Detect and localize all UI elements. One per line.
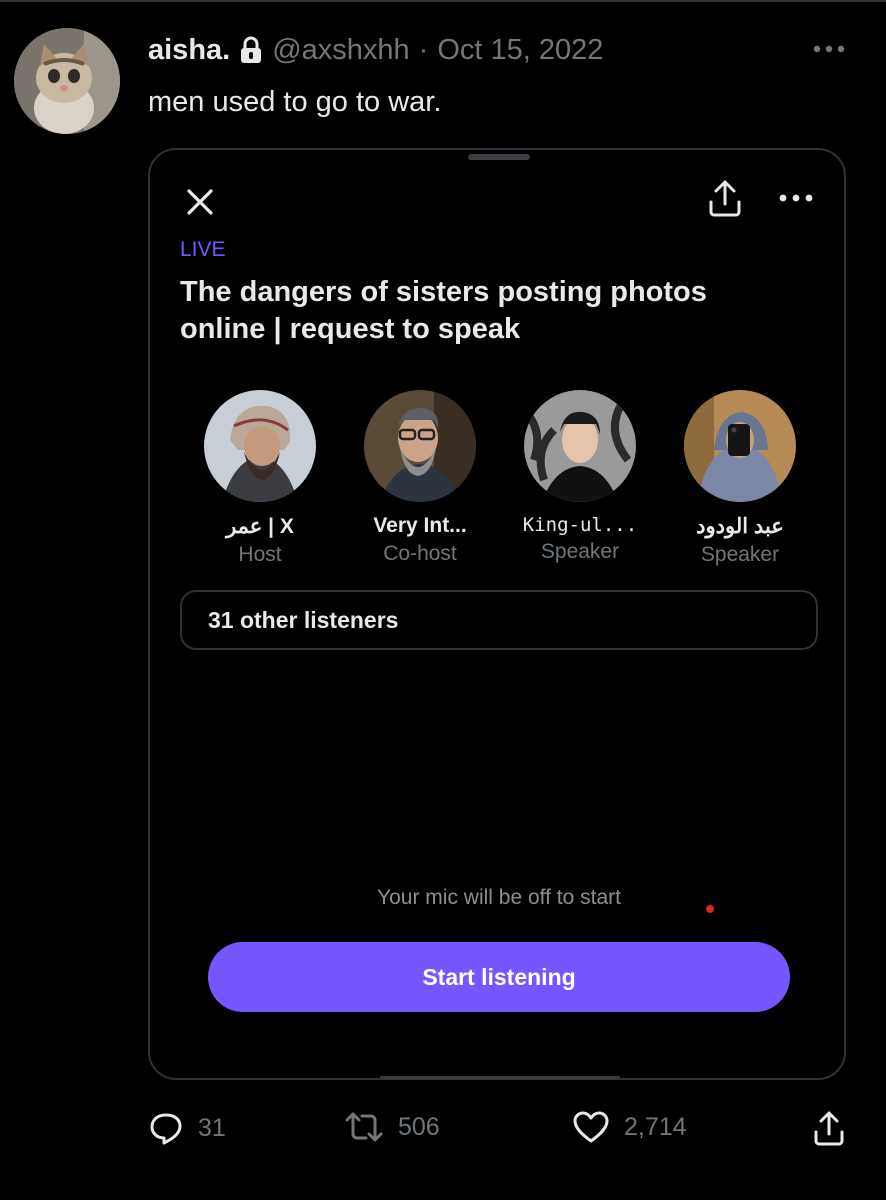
- participants-row: عمر | X Host Very Int... Co-host King-ul…: [180, 390, 820, 567]
- heart-icon: [572, 1110, 610, 1144]
- participant-avatar: [684, 390, 796, 502]
- space-title: The dangers of sisters posting photos on…: [180, 276, 707, 345]
- tweet-date[interactable]: Oct 15, 2022: [437, 32, 603, 68]
- reply-button[interactable]: 31: [148, 1110, 226, 1146]
- author-avatar[interactable]: [14, 28, 120, 134]
- participant-speaker-1[interactable]: King-ul... Speaker: [500, 390, 660, 567]
- listeners-label: 31 other listeners: [208, 606, 399, 633]
- display-name[interactable]: aisha.: [148, 32, 230, 68]
- retweet-icon: [344, 1110, 384, 1144]
- tweet-actions: 31 506 2,714: [148, 1110, 848, 1154]
- participant-role: Speaker: [540, 540, 620, 563]
- participant-name: Very Int...: [373, 514, 467, 537]
- tweet-text: men used to go to war.: [148, 86, 442, 118]
- participant-role: Host: [238, 543, 282, 566]
- handle[interactable]: @axshxhh: [272, 32, 409, 68]
- participant-cohost[interactable]: Very Int... Co-host: [340, 390, 500, 567]
- like-count: 2,714: [624, 1112, 687, 1141]
- home-indicator: [380, 1076, 620, 1079]
- recording-dot: [706, 905, 714, 913]
- participant-role: Co-host: [383, 542, 457, 565]
- participant-role: Speaker: [700, 543, 780, 566]
- reply-icon: [148, 1110, 184, 1146]
- participant-host[interactable]: عمر | X Host: [180, 390, 340, 567]
- participant-avatar: [524, 390, 636, 502]
- top-divider: [0, 0, 886, 2]
- participant-avatar: [364, 390, 476, 502]
- participant-name: King-ul...: [522, 514, 638, 536]
- separator-dot: ·: [418, 34, 429, 66]
- mic-note: Your mic will be off to start: [377, 886, 621, 909]
- more-options-icon[interactable]: [812, 38, 846, 60]
- start-listening-button[interactable]: Start listening: [208, 942, 790, 1012]
- listeners-button[interactable]: 31 other listeners: [180, 590, 818, 650]
- participant-speaker-2[interactable]: عبد الودود Speaker: [660, 390, 820, 567]
- participant-name: عمر | X: [226, 515, 294, 538]
- start-listening-label: Start listening: [422, 963, 576, 990]
- close-icon[interactable]: [180, 182, 220, 222]
- space-card[interactable]: LIVE The dangers of sisters posting phot…: [148, 148, 846, 1080]
- lock-icon: [239, 36, 263, 64]
- share-icon: [812, 1110, 846, 1148]
- like-button[interactable]: 2,714: [572, 1110, 687, 1144]
- retweet-button[interactable]: 506: [344, 1110, 440, 1144]
- participant-name: عبد الودود: [696, 515, 784, 538]
- share-tweet-button[interactable]: [812, 1110, 846, 1148]
- reply-count: 31: [198, 1113, 226, 1142]
- retweet-count: 506: [398, 1112, 440, 1141]
- share-icon[interactable]: [706, 178, 744, 220]
- tweet-header: aisha. @axshxhh · Oct 15, 2022: [148, 32, 603, 68]
- live-label: LIVE: [180, 238, 226, 261]
- participant-avatar: [204, 390, 316, 502]
- drag-handle[interactable]: [468, 154, 530, 160]
- more-icon[interactable]: [776, 190, 816, 206]
